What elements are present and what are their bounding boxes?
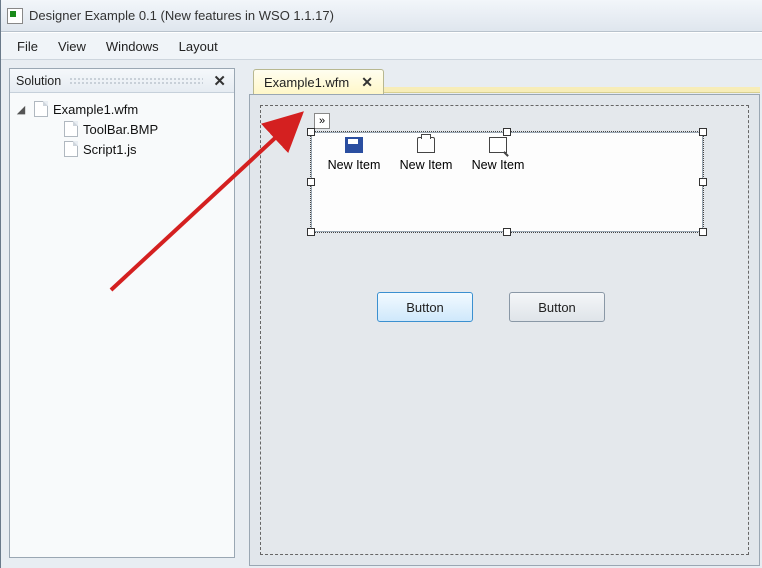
print-icon <box>417 137 435 153</box>
toolbar-item[interactable]: New Item <box>462 137 534 172</box>
tree-root[interactable]: ◢ Example1.wfm <box>14 99 230 119</box>
toolbar-item-label: New Item <box>400 158 453 172</box>
solution-panel-header[interactable]: Solution ✕ <box>10 69 234 93</box>
form-button-secondary[interactable]: Button <box>509 292 605 322</box>
tree-item-script1-js[interactable]: Script1.js <box>14 139 230 159</box>
toolbar-item[interactable]: New Item <box>318 137 390 172</box>
resize-handle-sw[interactable] <box>307 228 315 236</box>
toolbar-item[interactable]: New Item <box>390 137 462 172</box>
designer-canvas[interactable]: » New Item New Item <box>249 94 760 566</box>
menu-layout[interactable]: Layout <box>169 36 228 57</box>
panel-grip[interactable] <box>69 77 203 85</box>
window-title: Designer Example 0.1 (New features in WS… <box>29 8 334 23</box>
expand-toggle[interactable]: ◢ <box>14 103 28 116</box>
form-button-primary[interactable]: Button <box>377 292 473 322</box>
document-area: Example1.wfm ✕ » New Item <box>249 68 760 566</box>
close-icon[interactable]: ✕ <box>211 72 228 90</box>
toolbar-item-label: New Item <box>472 158 525 172</box>
tree-root-label: Example1.wfm <box>53 102 138 117</box>
workspace: Solution ✕ ◢ Example1.wfm ToolBar.BMP Sc… <box>1 60 762 568</box>
file-icon <box>64 141 78 157</box>
menu-windows[interactable]: Windows <box>96 36 169 57</box>
tab-example1-wfm[interactable]: Example1.wfm ✕ <box>253 69 384 94</box>
tabstrip-background <box>384 87 760 93</box>
resize-handle-nw[interactable] <box>307 128 315 136</box>
search-icon <box>489 137 507 153</box>
app-window: Designer Example 0.1 (New features in WS… <box>0 0 762 568</box>
smart-tag-glyph[interactable]: » <box>314 113 330 129</box>
toolbar-item-label: New Item <box>328 158 381 172</box>
tree-item-toolbar-bmp[interactable]: ToolBar.BMP <box>14 119 230 139</box>
menu-view[interactable]: View <box>48 36 96 57</box>
toolbar-control-selected[interactable]: » New Item New Item <box>311 132 703 232</box>
toolbar-items: New Item New Item New Item <box>312 133 702 176</box>
resize-handle-n[interactable] <box>503 128 511 136</box>
titlebar[interactable]: Designer Example 0.1 (New features in WS… <box>1 0 762 32</box>
resize-handle-se[interactable] <box>699 228 707 236</box>
tabstrip: Example1.wfm ✕ <box>249 68 760 94</box>
tree-item-label: Script1.js <box>83 142 136 157</box>
form-surface[interactable]: » New Item New Item <box>260 105 749 555</box>
resize-handle-ne[interactable] <box>699 128 707 136</box>
tree-item-label: ToolBar.BMP <box>83 122 158 137</box>
solution-panel: Solution ✕ ◢ Example1.wfm ToolBar.BMP Sc… <box>9 68 235 558</box>
solution-panel-title: Solution <box>16 74 61 88</box>
resize-handle-s[interactable] <box>503 228 511 236</box>
app-icon <box>7 8 23 24</box>
tab-label: Example1.wfm <box>264 75 349 90</box>
file-icon <box>34 101 48 117</box>
menu-file[interactable]: File <box>7 36 48 57</box>
save-icon <box>345 137 363 153</box>
resize-handle-e[interactable] <box>699 178 707 186</box>
file-icon <box>64 121 78 137</box>
menubar: File View Windows Layout <box>1 32 762 60</box>
resize-handle-w[interactable] <box>307 178 315 186</box>
solution-tree: ◢ Example1.wfm ToolBar.BMP Script1.js <box>10 93 234 165</box>
close-icon[interactable]: ✕ <box>361 74 373 91</box>
